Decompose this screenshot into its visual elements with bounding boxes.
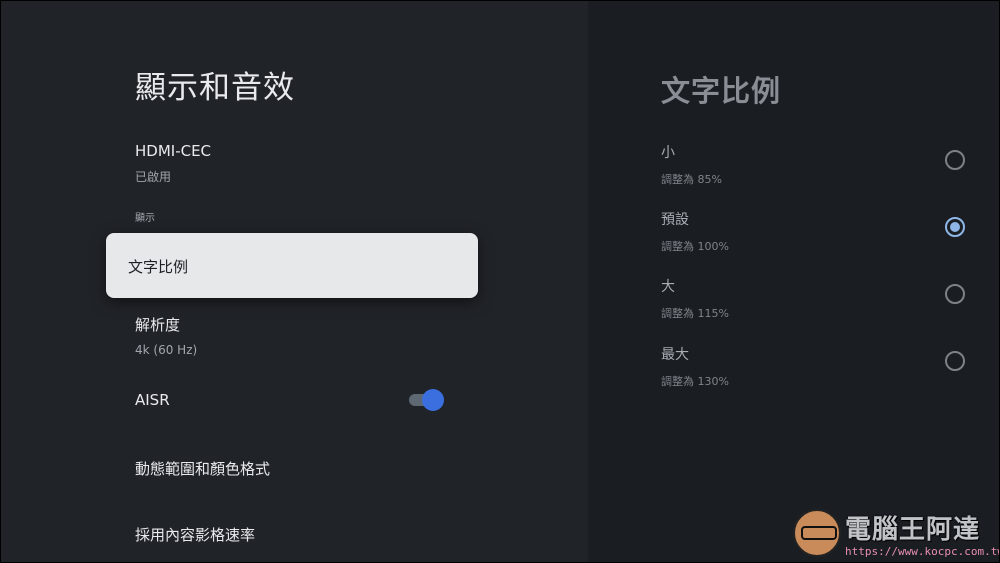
menu-item-subtitle: 已啟用: [135, 170, 172, 184]
option-title: 預設: [661, 212, 689, 228]
watermark-url: https://www.kocpc.com.tw/: [845, 545, 1000, 558]
options-title: 文字比例: [661, 74, 782, 108]
watermark-logo: 電腦王阿達 https://www.kocpc.com.tw/: [793, 505, 1000, 561]
menu-item-frame-rate[interactable]: 採用內容影格速率: [135, 524, 255, 545]
option-subtitle: 調整為 100%: [661, 240, 729, 253]
toggle-knob: [422, 389, 444, 411]
menu-item-dynamic-range[interactable]: 動態範圍和顏色格式: [135, 458, 270, 479]
mascot-icon: [793, 509, 841, 557]
option-small[interactable]: 小 調整為 85%: [661, 142, 971, 186]
watermark-name: 電腦王阿達: [845, 515, 981, 545]
option-title: 大: [661, 279, 675, 295]
option-subtitle: 調整為 115%: [661, 307, 729, 320]
menu-item-title: 動態範圍和顏色格式: [135, 460, 271, 478]
menu-item-resolution[interactable]: 解析度 4k (60 Hz): [135, 314, 197, 357]
menu-item-title: 文字比例: [128, 258, 189, 276]
page-title: 顯示和音效: [135, 70, 295, 106]
option-largest[interactable]: 最大 調整為 130%: [661, 344, 971, 388]
menu-item-text-scale[interactable]: 文字比例: [106, 233, 478, 298]
menu-item-aisr[interactable]: AISR: [135, 391, 170, 409]
option-title: 最大: [661, 347, 689, 363]
settings-menu-panel: 顯示和音效 HDMI-CEC 已啟用 顯示 文字比例 解析度 4k (60 Hz…: [0, 0, 588, 563]
menu-item-title: 採用內容影格速率: [135, 526, 256, 544]
menu-item-hdmi-cec[interactable]: HDMI-CEC 已啟用: [135, 142, 211, 185]
menu-item-subtitle: 4k (60 Hz): [135, 343, 198, 357]
radio-large[interactable]: [945, 284, 965, 304]
radio-largest[interactable]: [945, 351, 965, 371]
menu-item-title: 解析度: [135, 316, 181, 334]
options-panel: 文字比例 小 調整為 85% 預設 調整為 100% 大 調整為 115% 最大…: [588, 0, 1000, 563]
option-subtitle: 調整為 130%: [661, 375, 729, 388]
option-large[interactable]: 大 調整為 115%: [661, 276, 971, 320]
option-default[interactable]: 預設 調整為 100%: [661, 209, 971, 253]
option-subtitle: 調整為 85%: [661, 173, 722, 186]
section-label-display: 顯示: [135, 213, 155, 224]
radio-small[interactable]: [945, 150, 965, 170]
menu-item-title: AISR: [135, 391, 170, 409]
option-title: 小: [661, 145, 675, 161]
radio-default[interactable]: [945, 217, 965, 237]
menu-item-title: HDMI-CEC: [135, 142, 212, 160]
aisr-toggle[interactable]: [409, 389, 445, 411]
